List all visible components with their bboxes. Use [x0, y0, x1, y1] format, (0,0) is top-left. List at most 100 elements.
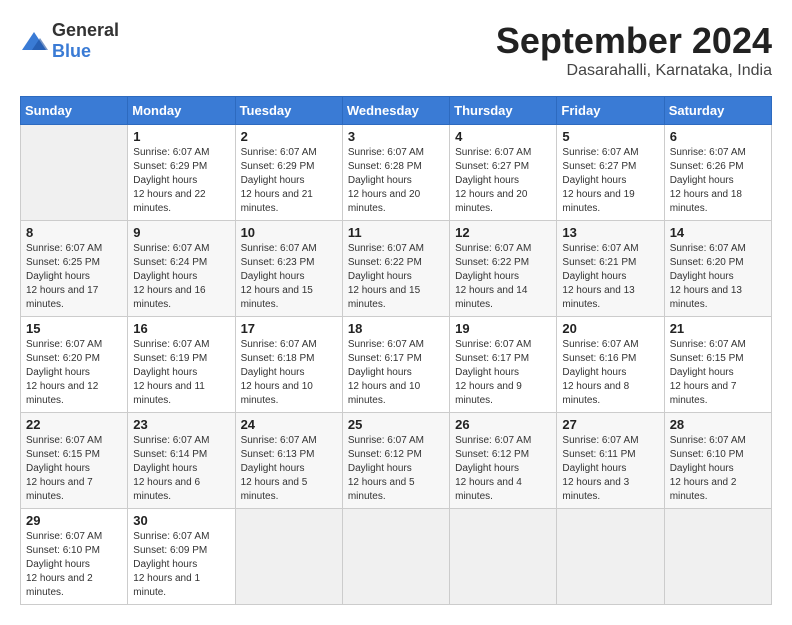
day-info: Sunrise: 6:07 AMSunset: 6:10 PMDaylight … — [670, 435, 746, 502]
day-cell-30: 30 Sunrise: 6:07 AMSunset: 6:09 PMDaylig… — [128, 509, 235, 605]
day-cell-15: 15 Sunrise: 6:07 AMSunset: 6:20 PMDaylig… — [21, 317, 128, 413]
day-number: 3 — [348, 129, 444, 144]
day-number: 29 — [26, 513, 122, 528]
day-info: Sunrise: 6:07 AMSunset: 6:15 PMDaylight … — [26, 435, 102, 502]
day-number: 9 — [133, 225, 229, 240]
day-info: Sunrise: 6:07 AMSunset: 6:22 PMDaylight … — [455, 243, 531, 310]
day-cell-1: 1 Sunrise: 6:07 AMSunset: 6:29 PMDayligh… — [128, 125, 235, 221]
day-info: Sunrise: 6:07 AMSunset: 6:22 PMDaylight … — [348, 243, 424, 310]
day-cell-3: 3 Sunrise: 6:07 AMSunset: 6:28 PMDayligh… — [342, 125, 449, 221]
day-info: Sunrise: 6:07 AMSunset: 6:21 PMDaylight … — [562, 243, 638, 310]
day-cell-16: 16 Sunrise: 6:07 AMSunset: 6:19 PMDaylig… — [128, 317, 235, 413]
day-number: 23 — [133, 417, 229, 432]
day-info: Sunrise: 6:07 AMSunset: 6:23 PMDaylight … — [241, 243, 317, 310]
day-info: Sunrise: 6:07 AMSunset: 6:20 PMDaylight … — [26, 339, 102, 406]
day-cell-17: 17 Sunrise: 6:07 AMSunset: 6:18 PMDaylig… — [235, 317, 342, 413]
empty-cell — [342, 509, 449, 605]
day-cell-19: 19 Sunrise: 6:07 AMSunset: 6:17 PMDaylig… — [450, 317, 557, 413]
day-cell-5: 5 Sunrise: 6:07 AMSunset: 6:27 PMDayligh… — [557, 125, 664, 221]
day-info: Sunrise: 6:07 AMSunset: 6:28 PMDaylight … — [348, 147, 424, 214]
day-cell-4: 4 Sunrise: 6:07 AMSunset: 6:27 PMDayligh… — [450, 125, 557, 221]
header-row: Sunday Monday Tuesday Wednesday Thursday… — [21, 97, 772, 125]
day-number: 14 — [670, 225, 766, 240]
day-number: 6 — [670, 129, 766, 144]
day-info: Sunrise: 6:07 AMSunset: 6:12 PMDaylight … — [348, 435, 424, 502]
day-cell-23: 23 Sunrise: 6:07 AMSunset: 6:14 PMDaylig… — [128, 413, 235, 509]
calendar-week-2: 8 Sunrise: 6:07 AMSunset: 6:25 PMDayligh… — [21, 221, 772, 317]
day-number: 26 — [455, 417, 551, 432]
empty-cell — [664, 509, 771, 605]
day-cell-11: 11 Sunrise: 6:07 AMSunset: 6:22 PMDaylig… — [342, 221, 449, 317]
header-friday: Friday — [557, 97, 664, 125]
day-number: 24 — [241, 417, 337, 432]
day-info: Sunrise: 6:07 AMSunset: 6:20 PMDaylight … — [670, 243, 746, 310]
day-info: Sunrise: 6:07 AMSunset: 6:13 PMDaylight … — [241, 435, 317, 502]
location: Dasarahalli, Karnataka, India — [496, 62, 772, 80]
day-cell-8: 8 Sunrise: 6:07 AMSunset: 6:25 PMDayligh… — [21, 221, 128, 317]
day-number: 16 — [133, 321, 229, 336]
calendar-week-3: 15 Sunrise: 6:07 AMSunset: 6:20 PMDaylig… — [21, 317, 772, 413]
day-cell-29: 29 Sunrise: 6:07 AMSunset: 6:10 PMDaylig… — [21, 509, 128, 605]
day-cell-22: 22 Sunrise: 6:07 AMSunset: 6:15 PMDaylig… — [21, 413, 128, 509]
day-number: 1 — [133, 129, 229, 144]
day-info: Sunrise: 6:07 AMSunset: 6:26 PMDaylight … — [670, 147, 746, 214]
day-cell-6: 6 Sunrise: 6:07 AMSunset: 6:26 PMDayligh… — [664, 125, 771, 221]
day-info: Sunrise: 6:07 AMSunset: 6:11 PMDaylight … — [562, 435, 638, 502]
day-info: Sunrise: 6:07 AMSunset: 6:17 PMDaylight … — [348, 339, 424, 406]
empty-cell — [235, 509, 342, 605]
day-info: Sunrise: 6:07 AMSunset: 6:10 PMDaylight … — [26, 531, 102, 598]
day-number: 30 — [133, 513, 229, 528]
day-number: 21 — [670, 321, 766, 336]
day-number: 15 — [26, 321, 122, 336]
day-cell-14: 14 Sunrise: 6:07 AMSunset: 6:20 PMDaylig… — [664, 221, 771, 317]
month-year: September 2024 — [496, 20, 772, 62]
day-number: 19 — [455, 321, 551, 336]
empty-cell — [21, 125, 128, 221]
day-number: 13 — [562, 225, 658, 240]
day-number: 17 — [241, 321, 337, 336]
title-area: September 2024 Dasarahalli, Karnataka, I… — [496, 20, 772, 80]
day-number: 4 — [455, 129, 551, 144]
day-info: Sunrise: 6:07 AMSunset: 6:16 PMDaylight … — [562, 339, 638, 406]
empty-cell — [450, 509, 557, 605]
day-cell-27: 27 Sunrise: 6:07 AMSunset: 6:11 PMDaylig… — [557, 413, 664, 509]
day-info: Sunrise: 6:07 AMSunset: 6:15 PMDaylight … — [670, 339, 746, 406]
logo-icon — [20, 30, 48, 52]
day-info: Sunrise: 6:07 AMSunset: 6:18 PMDaylight … — [241, 339, 317, 406]
empty-cell — [557, 509, 664, 605]
header-saturday: Saturday — [664, 97, 771, 125]
logo-text: General Blue — [52, 20, 119, 62]
day-info: Sunrise: 6:07 AMSunset: 6:27 PMDaylight … — [562, 147, 638, 214]
day-info: Sunrise: 6:07 AMSunset: 6:29 PMDaylight … — [241, 147, 317, 214]
day-cell-18: 18 Sunrise: 6:07 AMSunset: 6:17 PMDaylig… — [342, 317, 449, 413]
day-number: 22 — [26, 417, 122, 432]
header-tuesday: Tuesday — [235, 97, 342, 125]
calendar-table: Sunday Monday Tuesday Wednesday Thursday… — [20, 96, 772, 605]
day-info: Sunrise: 6:07 AMSunset: 6:25 PMDaylight … — [26, 243, 102, 310]
day-cell-25: 25 Sunrise: 6:07 AMSunset: 6:12 PMDaylig… — [342, 413, 449, 509]
day-info: Sunrise: 6:07 AMSunset: 6:27 PMDaylight … — [455, 147, 531, 214]
header-sunday: Sunday — [21, 97, 128, 125]
day-info: Sunrise: 6:07 AMSunset: 6:19 PMDaylight … — [133, 339, 209, 406]
day-info: Sunrise: 6:07 AMSunset: 6:29 PMDaylight … — [133, 147, 209, 214]
day-number: 27 — [562, 417, 658, 432]
header-monday: Monday — [128, 97, 235, 125]
day-number: 10 — [241, 225, 337, 240]
day-info: Sunrise: 6:07 AMSunset: 6:24 PMDaylight … — [133, 243, 209, 310]
day-number: 5 — [562, 129, 658, 144]
calendar-week-5: 29 Sunrise: 6:07 AMSunset: 6:10 PMDaylig… — [21, 509, 772, 605]
day-number: 28 — [670, 417, 766, 432]
day-info: Sunrise: 6:07 AMSunset: 6:09 PMDaylight … — [133, 531, 209, 598]
day-cell-20: 20 Sunrise: 6:07 AMSunset: 6:16 PMDaylig… — [557, 317, 664, 413]
day-info: Sunrise: 6:07 AMSunset: 6:12 PMDaylight … — [455, 435, 531, 502]
day-number: 11 — [348, 225, 444, 240]
day-cell-21: 21 Sunrise: 6:07 AMSunset: 6:15 PMDaylig… — [664, 317, 771, 413]
day-number: 12 — [455, 225, 551, 240]
day-number: 8 — [26, 225, 122, 240]
day-cell-12: 12 Sunrise: 6:07 AMSunset: 6:22 PMDaylig… — [450, 221, 557, 317]
day-cell-2: 2 Sunrise: 6:07 AMSunset: 6:29 PMDayligh… — [235, 125, 342, 221]
header-thursday: Thursday — [450, 97, 557, 125]
day-cell-9: 9 Sunrise: 6:07 AMSunset: 6:24 PMDayligh… — [128, 221, 235, 317]
day-info: Sunrise: 6:07 AMSunset: 6:14 PMDaylight … — [133, 435, 209, 502]
calendar-week-4: 22 Sunrise: 6:07 AMSunset: 6:15 PMDaylig… — [21, 413, 772, 509]
